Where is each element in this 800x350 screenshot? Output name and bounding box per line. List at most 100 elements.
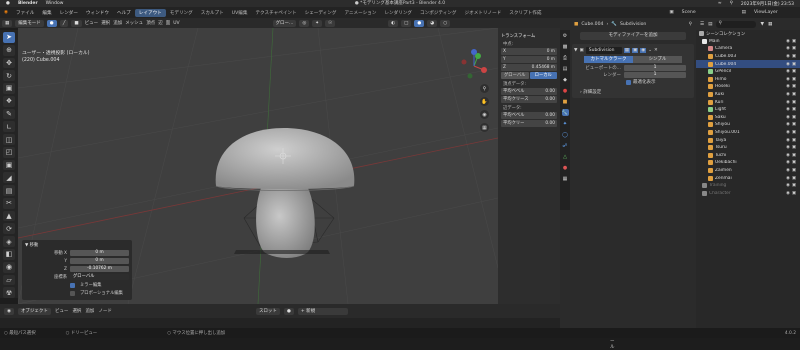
render-camera-icon[interactable]: ▣ <box>791 122 797 127</box>
edge-crease-field[interactable]: 平均クリー 0.00 <box>501 120 557 127</box>
vertex-crease-field[interactable]: 平均クリース 0.00 <box>501 96 557 103</box>
viewlayer-icon[interactable]: ▤ <box>738 10 750 15</box>
outliner-object-row[interactable]: Tsuru ◉ ▣ <box>696 144 800 152</box>
bottom-menu-add[interactable]: 追加 <box>85 308 94 314</box>
viewlayer-name[interactable]: ViewLayer <box>750 10 800 15</box>
outliner-object-row[interactable]: Hoseki ◉ ▣ <box>696 83 800 91</box>
render-camera-icon[interactable]: ▣ <box>791 145 797 150</box>
outliner-object-row[interactable]: Taiya ◉ ▣ <box>696 136 800 144</box>
mac-clock[interactable]: 2023年9月1日(金) 23:53 <box>741 1 794 7</box>
menu-file[interactable]: ファイル <box>12 10 38 16</box>
annotate-icon[interactable]: ✎ <box>3 108 15 120</box>
apple-icon[interactable]: ● <box>6 1 10 6</box>
outliner-object-row[interactable]: Light ◉ ▣ <box>696 106 800 114</box>
render-levels-field[interactable]: 1 <box>624 72 686 78</box>
data-tab-icon[interactable]: △ <box>562 153 569 160</box>
scale-icon[interactable]: ▣ <box>3 83 15 94</box>
pivot-icon[interactable]: ◎ <box>299 19 310 27</box>
render-camera-icon[interactable]: ▣ <box>791 160 797 165</box>
vertex-select-icon[interactable]: ● <box>46 19 57 27</box>
mirror-checkbox[interactable] <box>70 282 75 288</box>
outliner-object-row[interactable]: Cube.004 ◉ ▣ <box>696 60 800 68</box>
transform-icon[interactable]: ❖ <box>3 95 15 107</box>
outliner-object-row[interactable]: Shiyou ◉ ▣ <box>696 121 800 129</box>
scene-icon[interactable]: ▣ <box>665 10 677 15</box>
view-layer-tab-icon[interactable]: ▤ <box>562 65 569 72</box>
outliner-collection-row[interactable]: Main ◉ ▣ <box>696 38 800 46</box>
filter-icon[interactable]: ▼ <box>760 22 764 27</box>
render-camera-icon[interactable]: ▣ <box>791 115 797 120</box>
modifier-menu-icon[interactable]: ⌄ <box>648 48 652 53</box>
render-camera-icon[interactable]: ▣ <box>791 77 797 82</box>
wifi-icon[interactable]: ≈ <box>718 1 722 7</box>
output-tab-icon[interactable]: ⎙ <box>562 54 569 61</box>
outliner-object-row[interactable]: Shiyou.001 ◉ ▣ <box>696 129 800 137</box>
render-camera-icon[interactable]: ▣ <box>791 54 797 59</box>
outliner-object-row[interactable]: Tuchi ◉ ▣ <box>696 152 800 160</box>
op-title[interactable]: ▼ 移動 <box>25 242 129 248</box>
physics-tab-icon[interactable]: ◯ <box>562 131 569 138</box>
world-tab-icon[interactable]: ● <box>562 87 569 94</box>
select-box-icon[interactable]: ➤ <box>3 32 15 43</box>
material-shading-icon[interactable]: ◕ <box>427 19 438 27</box>
bottom-mode-select[interactable]: オブジェクト <box>17 307 51 315</box>
camera-view-icon[interactable]: ◉ <box>480 110 489 119</box>
snap-icon[interactable]: ✦ <box>312 19 323 27</box>
outliner-object-row[interactable]: Zenmai ◉ ▣ <box>696 174 800 182</box>
mac-menu-window[interactable]: Window <box>46 1 64 6</box>
new-collection-icon[interactable]: ▦ <box>768 22 772 27</box>
tab-geometry-nodes[interactable]: ジオメトリノード <box>461 9 506 17</box>
tab-compositing[interactable]: コンポジティング <box>416 9 460 17</box>
edge-select-icon[interactable]: ╱ <box>59 19 69 27</box>
particles-tab-icon[interactable]: ✦ <box>562 120 569 127</box>
cursor-icon[interactable]: ⊕ <box>3 44 15 56</box>
outliner-object-row[interactable]: Saku ◉ ▣ <box>696 114 800 122</box>
tab-rendering[interactable]: レンダリング <box>380 9 416 17</box>
solid-shading-icon[interactable]: ● <box>414 19 425 27</box>
render-camera-icon[interactable]: ▣ <box>791 168 797 173</box>
median-x-field[interactable]: X0 m <box>501 48 557 55</box>
rip-icon[interactable]: ☢ <box>3 287 15 299</box>
tab-modeling[interactable]: モデリング <box>166 9 197 17</box>
object-breadcrumb[interactable]: Cube.004 <box>581 22 603 27</box>
measure-icon[interactable]: ∟ <box>3 121 15 133</box>
object-tab-icon[interactable]: ■ <box>562 98 569 105</box>
simple-button[interactable]: シンプル <box>633 56 682 63</box>
add-cube-icon[interactable]: ◫ <box>3 134 15 145</box>
orientation-dropdown[interactable]: グローバル <box>70 274 129 280</box>
tab-sculpt[interactable]: スカルプト <box>197 9 228 17</box>
menu-view[interactable]: ビュー <box>85 20 99 26</box>
render-camera-icon[interactable]: ▣ <box>791 92 797 97</box>
tab-scripting[interactable]: スクリプト作成 <box>505 9 545 17</box>
move-z-field[interactable]: -0.10762 m <box>70 266 129 272</box>
outliner-object-row[interactable]: Kuri ◉ ▣ <box>696 98 800 106</box>
loop-cut-icon[interactable]: ▤ <box>3 185 15 196</box>
global-button[interactable]: グローバル <box>501 72 529 79</box>
render-camera-icon[interactable]: ▣ <box>791 39 797 44</box>
tool-tab-icon[interactable]: ⚙ <box>562 32 569 39</box>
face-select-icon[interactable]: ■ <box>71 19 82 27</box>
collapse-icon[interactable]: ▼ <box>574 48 577 53</box>
scene-tab-icon[interactable]: ◆ <box>562 76 569 83</box>
blender-logo-icon[interactable]: ◉ <box>0 10 12 15</box>
outliner-display-icon[interactable]: ▤ <box>708 22 712 27</box>
rotate-icon[interactable]: ↻ <box>3 70 15 82</box>
search-icon[interactable]: ⚲ <box>730 1 733 7</box>
transform-title[interactable]: トランスフォーム <box>501 33 557 39</box>
menu-render[interactable]: レンダー <box>56 10 82 16</box>
scene-collection-row[interactable]: シーンコレクション <box>696 30 800 38</box>
menu-edge[interactable]: 辺 <box>158 20 163 26</box>
tab-uv[interactable]: UV編集 <box>228 9 252 17</box>
poly-build-icon[interactable]: ▲ <box>3 210 15 222</box>
menu-mesh[interactable]: メッシュ <box>125 20 143 26</box>
texture-tab-icon[interactable]: ▦ <box>562 175 569 182</box>
bottom-menu-view[interactable]: ビュー <box>55 308 69 314</box>
menu-window[interactable]: ウィンドウ <box>82 10 113 16</box>
menu-select[interactable]: 選択 <box>101 20 110 26</box>
render-toggle-icon[interactable]: ◉ <box>640 47 647 53</box>
mac-app-name[interactable]: Blender <box>18 1 38 6</box>
vertex-bevel-field[interactable]: 平均ベベル 0.00 <box>501 88 557 95</box>
render-camera-icon[interactable]: ▣ <box>791 191 797 196</box>
outliner-collection-row[interactable]: Training ◉ ▣ <box>696 182 800 190</box>
constraints-tab-icon[interactable]: ☍ <box>562 142 569 149</box>
